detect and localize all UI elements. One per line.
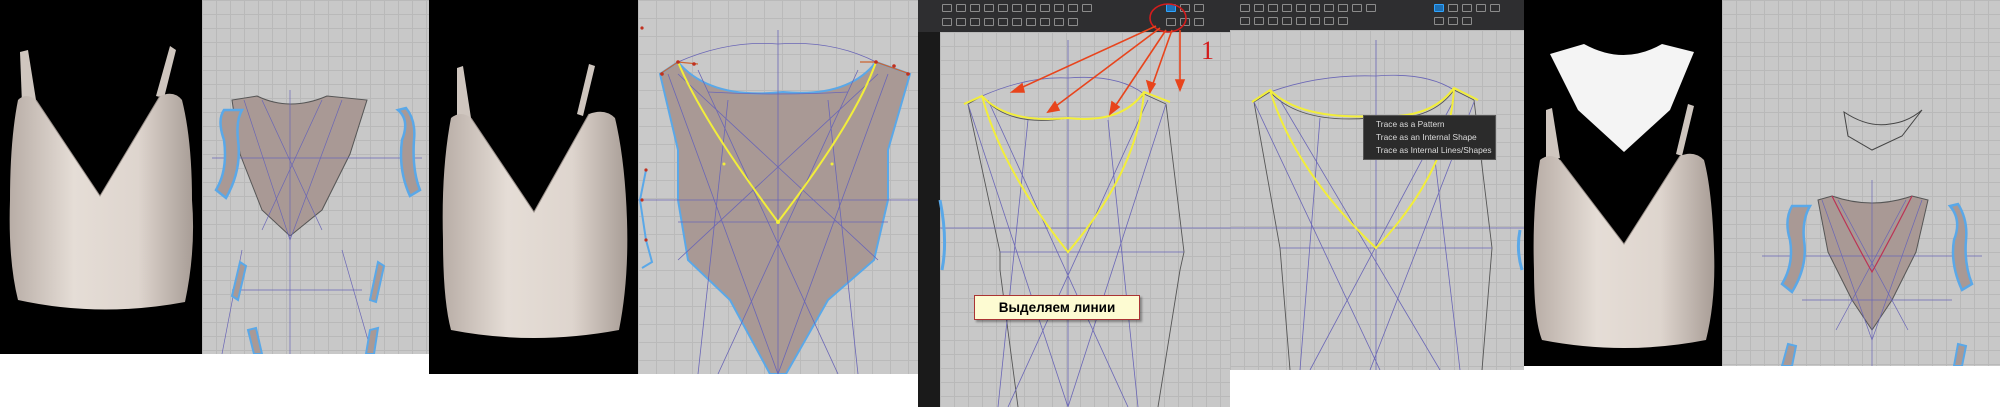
- pattern-pieces-3: [1762, 109, 1982, 366]
- pattern-view-3[interactable]: [1722, 0, 2000, 366]
- pattern-editor-1[interactable]: [918, 0, 1230, 407]
- traced-piece: [1550, 44, 1694, 152]
- callout-label: Выделяем линии: [974, 295, 1140, 320]
- pattern-lines-2: [1230, 40, 1524, 370]
- menu-item-trace-internal-lines[interactable]: Trace as Internal Lines/Shapes: [1364, 144, 1495, 157]
- menu-item-trace-pattern[interactable]: Trace as a Pattern: [1364, 118, 1495, 131]
- front-bodice-pattern: [638, 26, 918, 374]
- pattern-view-1[interactable]: [202, 0, 429, 354]
- step-number: 1: [1201, 36, 1214, 65]
- pattern-pieces-1: [212, 90, 422, 354]
- menu-item-trace-internal-shape[interactable]: Trace as an Internal Shape: [1364, 131, 1495, 144]
- viewport-3d-2[interactable]: [429, 0, 638, 374]
- pattern-lines-1: [938, 3, 1230, 407]
- pattern-view-2[interactable]: [638, 0, 918, 374]
- context-menu[interactable]: Trace as a Pattern Trace as an Internal …: [1363, 115, 1496, 160]
- garment-3d-3: [1533, 44, 1715, 348]
- pattern-editor-2[interactable]: [1230, 0, 1524, 370]
- viewport-3d-3[interactable]: [1524, 0, 1722, 366]
- garment-3d-1: [9, 46, 194, 310]
- garment-3d-2: [442, 64, 628, 338]
- viewport-3d-1[interactable]: [0, 0, 202, 354]
